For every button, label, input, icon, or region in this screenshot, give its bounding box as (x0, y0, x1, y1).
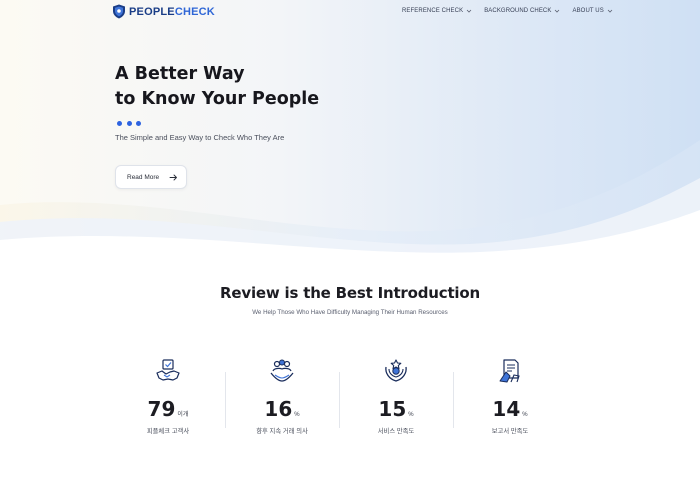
stat-value: 16 (264, 397, 293, 421)
stat-value: 79 (147, 397, 176, 421)
logo-text: PEOPLECHECK (129, 5, 215, 18)
accent-dot (117, 121, 122, 126)
stat-value-row: 16 % (227, 397, 337, 421)
hero-subtitle: The Simple and Easy Way to Check Who The… (115, 133, 285, 142)
nav-reference-check-label: REFERENCE CHECK (402, 8, 464, 14)
hero-title: A Better Way to Know Your People (115, 62, 319, 112)
award-hands-icon (385, 359, 407, 382)
stat-value-row: 79 이개 (113, 397, 223, 421)
handshake-icon (156, 359, 180, 381)
nav-about-us-label: ABOUT US (572, 8, 604, 14)
read-more-label: Read More (127, 173, 160, 181)
nav-about-us[interactable]: ABOUT US (572, 8, 613, 14)
stat-service-satisfaction: 15 % 서비스 만족도 (341, 358, 451, 435)
chevron-down-icon (607, 9, 613, 13)
section-title: Review is the Best Introduction (220, 284, 480, 302)
read-more-button[interactable]: Read More (115, 165, 187, 189)
stat-divider (453, 372, 454, 428)
hero-background (0, 0, 700, 260)
stat-value: 15 (378, 397, 407, 421)
section-subtitle: We Help Those Who Have Difficulty Managi… (252, 309, 448, 316)
stat-unit: % (294, 412, 300, 418)
stat-label: 피플체크 고객사 (146, 428, 190, 435)
accent-dots (117, 121, 146, 126)
hero-title-line-2: to Know Your People (115, 89, 320, 109)
accent-dot (126, 121, 132, 126)
stat-value: 14 (492, 397, 521, 421)
stat-unit: % (522, 412, 528, 418)
hero-section: PEOPLECHECK REFERENCE CHECK BACKGROUND C… (0, 0, 700, 260)
chevron-down-icon (466, 9, 472, 13)
team-hands-icon (270, 359, 294, 382)
stat-value-row: 14 % (455, 397, 565, 421)
stat-report-satisfaction: 14 % 보고서 만족도 (455, 358, 565, 435)
arrow-right-icon (169, 174, 177, 181)
nav-background-check[interactable]: BACKGROUND CHECK (484, 8, 560, 14)
stat-divider (339, 372, 340, 428)
chevron-down-icon (555, 9, 560, 13)
main-nav: REFERENCE CHECK BACKGROUND CHECK ABOUT U… (402, 8, 625, 14)
report-document-icon (499, 359, 520, 383)
nav-background-check-label: BACKGROUND CHECK (484, 8, 552, 14)
stat-unit: % (408, 412, 414, 418)
stat-value-row: 15 % (341, 397, 451, 421)
nav-reference-check[interactable]: REFERENCE CHECK (402, 8, 472, 14)
accent-dot (136, 121, 141, 126)
stat-label: 서비스 만족도 (377, 428, 415, 435)
shield-crest-icon (113, 4, 125, 19)
site-header: PEOPLECHECK REFERENCE CHECK BACKGROUND C… (0, 0, 700, 26)
stat-unit: 이개 (177, 412, 189, 418)
stat-label: 보고서 만족도 (491, 428, 529, 435)
hero-title-line-1: A Better Way (115, 64, 245, 84)
logo[interactable]: PEOPLECHECK (112, 4, 215, 19)
stat-label: 향후 지속 거래 의사 (256, 428, 308, 435)
stat-divider (225, 372, 226, 428)
stat-continued-business: 16 % 향후 지속 거래 의사 (227, 358, 337, 435)
stat-customers: 79 이개 피플체크 고객사 (113, 358, 223, 435)
